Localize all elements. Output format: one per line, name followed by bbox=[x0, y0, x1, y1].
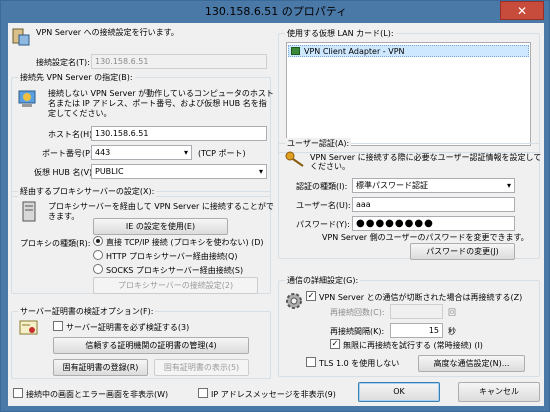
dialog-client: VPN Server への接続設定を行います。 接続設定名(T): 130.15… bbox=[8, 23, 544, 406]
username-label: ユーザー名(U): bbox=[296, 201, 351, 210]
dest-desc-3: 定してください。 bbox=[48, 109, 112, 118]
list-item[interactable]: VPN Client Adapter - VPN bbox=[288, 45, 529, 57]
connection-name-label: 接続設定名(T): bbox=[36, 58, 90, 67]
lan-legend: 使用する仮想 LAN カード(L): bbox=[285, 28, 396, 39]
port-suffix: (TCP ポート) bbox=[198, 149, 246, 158]
key-icon bbox=[285, 151, 304, 167]
manage-ca-button[interactable]: 信頼する証明機関の証明書の管理(4) bbox=[53, 337, 249, 354]
proxy-http-radio[interactable] bbox=[93, 250, 103, 260]
reconnect-label[interactable]: VPN Server との通信が切断された場合は再接続する(Z) bbox=[319, 292, 522, 303]
globe-computer-icon bbox=[18, 90, 36, 107]
gear-icon bbox=[286, 293, 302, 309]
interval-label: 再接続間隔(K): bbox=[330, 327, 385, 336]
auth-legend: ユーザー認証(A): bbox=[285, 138, 352, 149]
cancel-button[interactable]: キャンセル bbox=[458, 382, 540, 402]
password-change-note: VPN Server 側のユーザーのパスワードを変更できます。 bbox=[322, 233, 529, 242]
hide-ip-checkbox[interactable] bbox=[198, 388, 208, 398]
hub-value: PUBLIC bbox=[95, 167, 124, 176]
host-label: ホスト名(H): bbox=[48, 130, 95, 139]
auth-type-value: 標準パスワード認証 bbox=[356, 181, 428, 190]
cert-legend: サーバー証明書の検証オプション(F): bbox=[18, 306, 156, 317]
change-password-button[interactable]: パスワードの変更(J) bbox=[410, 243, 515, 260]
username-field[interactable]: aaa bbox=[352, 197, 515, 212]
retry-count-label: 再接続回数(C): bbox=[330, 308, 385, 317]
certificate-icon bbox=[19, 320, 38, 335]
close-button[interactable]: ✕ bbox=[500, 1, 544, 20]
port-combo[interactable]: 443 ▾ bbox=[91, 145, 192, 160]
ok-button[interactable]: OK bbox=[358, 382, 440, 402]
chevron-down-icon[interactable]: ▾ bbox=[259, 165, 263, 178]
proxy-http-label[interactable]: HTTP プロキシサーバー経由接続(Q) bbox=[106, 251, 237, 262]
auth-type-combo[interactable]: 標準パスワード認証 ▾ bbox=[352, 178, 515, 193]
retry-count-field bbox=[390, 304, 443, 319]
dest-legend: 接続先 VPN Server の指定(B): bbox=[18, 72, 135, 83]
auth-desc-2: ください。 bbox=[310, 162, 350, 171]
proxy-type-label: プロキシの種類(R): bbox=[20, 239, 91, 248]
show-cert-button[interactable]: 固有証明書の表示(5) bbox=[154, 359, 249, 376]
host-field[interactable]: 130.158.6.51 bbox=[91, 126, 267, 141]
reconnect-checkbox[interactable]: ✓ bbox=[306, 291, 316, 301]
network-adapter-icon bbox=[291, 47, 300, 55]
window-title: 130.158.6.51 のプロパティ bbox=[204, 5, 348, 18]
advanced-settings-button[interactable]: 高度な通信設定(N)... bbox=[418, 355, 525, 372]
chevron-down-icon[interactable]: ▾ bbox=[507, 179, 511, 192]
hub-label: 仮想 HUB 名(V): bbox=[34, 168, 95, 177]
retry-count-unit: 回 bbox=[448, 308, 456, 317]
lan-card-list[interactable]: VPN Client Adapter - VPN bbox=[286, 42, 531, 146]
properties-window: 130.158.6.51 のプロパティ ✕ VPN Server への接続設定を… bbox=[0, 0, 550, 412]
hide-status-label[interactable]: 接続中の画面とエラー画面を非表示(W) bbox=[26, 389, 168, 400]
proxy-direct-radio[interactable] bbox=[93, 236, 103, 246]
tls-label[interactable]: TLS 1.0 を使用しない bbox=[319, 358, 399, 369]
hide-ip-label[interactable]: IP アドレスメッセージを非表示(9) bbox=[211, 389, 336, 400]
proxy-socks-radio[interactable] bbox=[93, 264, 103, 274]
tls-checkbox[interactable] bbox=[306, 357, 316, 367]
proxy-desc-1: プロキシサーバーを経由して VPN Server に接続することがで bbox=[48, 202, 274, 211]
port-value: 443 bbox=[95, 148, 111, 157]
interval-field[interactable]: 15 bbox=[390, 323, 443, 338]
hide-status-checkbox[interactable] bbox=[13, 388, 23, 398]
advanced-legend: 通信の詳細設定(G): bbox=[285, 275, 361, 286]
hub-combo[interactable]: PUBLIC ▾ bbox=[91, 164, 267, 179]
proxy-socks-label[interactable]: SOCKS プロキシサーバー経由接続(S) bbox=[106, 265, 243, 276]
infinite-reconnect-checkbox[interactable]: ✓ bbox=[330, 339, 340, 349]
infinite-reconnect-label[interactable]: 無限に再接続を試行する (常時接続) (I) bbox=[343, 340, 483, 351]
auth-type-label: 認証の種類(I): bbox=[296, 182, 348, 191]
proxy-desc-2: きます。 bbox=[48, 212, 80, 221]
register-cert-button[interactable]: 固有証明書の登録(R) bbox=[53, 359, 148, 376]
always-verify-checkbox[interactable] bbox=[53, 321, 63, 331]
password-label: パスワード(Y): bbox=[296, 220, 350, 229]
proxy-legend: 経由するプロキシサーバーの設定(X): bbox=[18, 186, 157, 197]
proxy-server-icon bbox=[22, 201, 36, 222]
always-verify-label[interactable]: サーバー証明書を必ず検証する(3) bbox=[66, 322, 189, 333]
password-field[interactable]: ●●●●●●●● bbox=[352, 216, 515, 231]
port-label: ポート番号(P): bbox=[42, 149, 96, 158]
chevron-down-icon[interactable]: ▾ bbox=[184, 146, 188, 159]
lan-card-name: VPN Client Adapter - VPN bbox=[304, 47, 405, 56]
server-icon bbox=[12, 28, 30, 46]
interval-unit: 秒 bbox=[448, 327, 456, 336]
connection-name-field: 130.158.6.51 bbox=[91, 54, 267, 69]
header-text: VPN Server への接続設定を行います。 bbox=[36, 28, 179, 37]
proxy-settings-button[interactable]: プロキシサーバーの接続設定(2) bbox=[93, 277, 258, 294]
proxy-direct-label[interactable]: 直接 TCP/IP 接続 (プロキシを使わない) (D) bbox=[106, 237, 264, 248]
use-ie-settings-button[interactable]: IE の設定を使用(E) bbox=[93, 218, 228, 235]
